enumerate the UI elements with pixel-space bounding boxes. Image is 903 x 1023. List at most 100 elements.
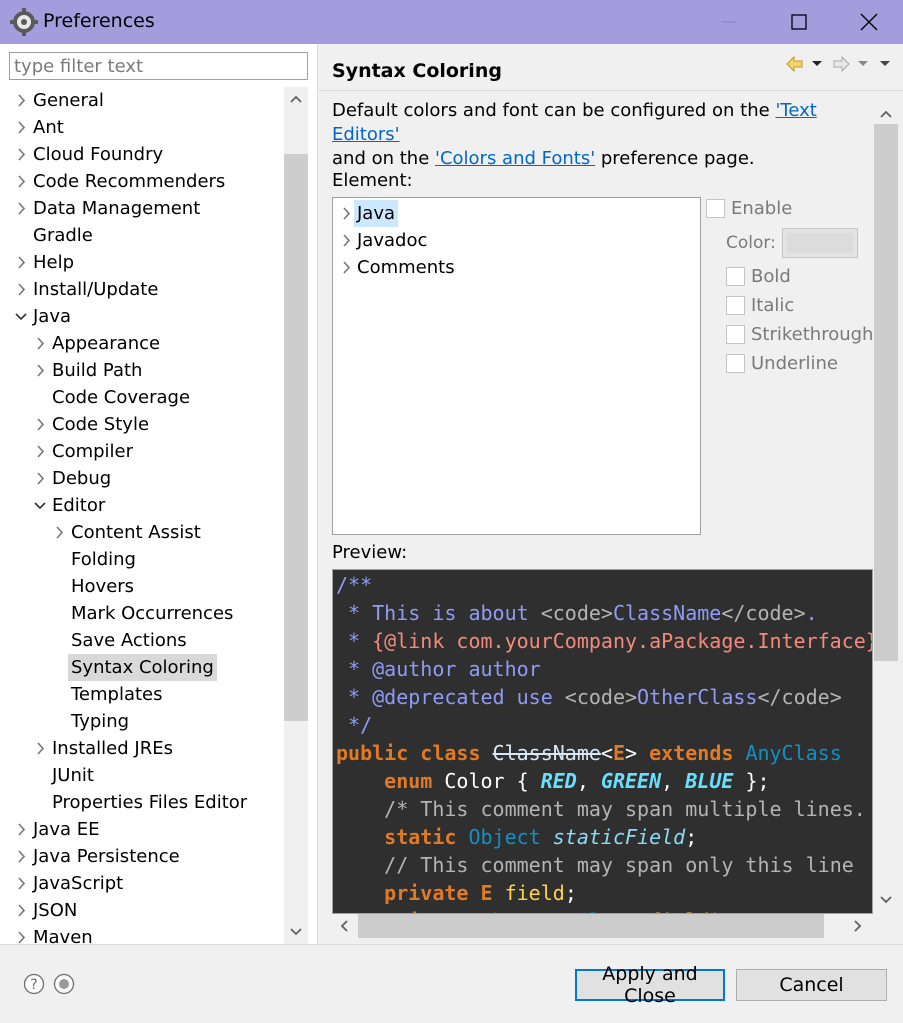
chevron-right-icon[interactable] <box>33 465 47 492</box>
chevron-right-icon[interactable] <box>33 735 47 762</box>
tree-item[interactable]: Save Actions <box>0 627 284 654</box>
chevron-right-icon[interactable] <box>14 816 28 843</box>
chevron-right-icon[interactable] <box>339 254 353 281</box>
chevron-right-icon[interactable] <box>33 330 47 357</box>
chevron-right-icon[interactable] <box>14 924 28 944</box>
code-token: GREEN <box>600 769 662 793</box>
colors-and-fonts-link[interactable]: 'Colors and Fonts' <box>435 148 595 169</box>
tree-item-label: Properties Files Editor <box>52 792 248 813</box>
underline-checkbox[interactable] <box>726 354 745 373</box>
tree-item[interactable]: JUnit <box>0 762 284 789</box>
forward-arrow-icon[interactable] <box>833 55 868 73</box>
filter-input[interactable] <box>9 52 308 80</box>
chevron-right-icon[interactable] <box>33 357 47 384</box>
tree-item[interactable]: Code Coverage <box>0 384 284 411</box>
chevron-right-icon[interactable] <box>14 249 28 276</box>
tree-item-label: Debug <box>52 468 112 489</box>
tree-item[interactable]: Folding <box>0 546 284 573</box>
tree-item[interactable]: Appearance <box>0 330 284 357</box>
tree-item[interactable]: Java Persistence <box>0 843 284 870</box>
strikethrough-checkbox[interactable] <box>726 325 745 344</box>
tree-item[interactable]: Syntax Coloring <box>0 654 284 681</box>
scroll-down-arrow[interactable] <box>874 888 898 912</box>
code-token: extends <box>649 741 746 765</box>
scroll-thumb[interactable] <box>284 154 308 721</box>
scroll-down-arrow[interactable] <box>284 920 308 944</box>
view-menu-icon[interactable] <box>880 61 890 66</box>
tree-item[interactable]: Install/Update <box>0 276 284 303</box>
scroll-up-arrow[interactable] <box>874 102 898 126</box>
enable-checkbox[interactable] <box>706 199 725 218</box>
tree-item[interactable]: Properties Files Editor <box>0 789 284 816</box>
chevron-down-icon[interactable] <box>33 492 47 519</box>
tree-item[interactable]: Code Recommenders <box>0 168 284 195</box>
tree-item[interactable]: Content Assist <box>0 519 284 546</box>
content-pane: Syntax Coloring Default colors and font … <box>319 44 903 944</box>
maximize-button[interactable] <box>764 0 834 44</box>
tree-item[interactable]: JSON <box>0 897 284 924</box>
color-picker-button[interactable] <box>782 228 858 258</box>
tree-item[interactable]: Compiler <box>0 438 284 465</box>
tree-item[interactable]: Build Path <box>0 357 284 384</box>
tree-item[interactable]: Editor <box>0 492 284 519</box>
chevron-right-icon[interactable] <box>14 870 28 897</box>
cancel-button[interactable]: Cancel <box>736 969 887 1001</box>
tree-item[interactable]: Mark Occurrences <box>0 600 284 627</box>
chevron-right-icon[interactable] <box>52 519 66 546</box>
element-tree[interactable]: Java Javadoc Comments <box>332 197 701 535</box>
scroll-up-arrow[interactable] <box>284 87 308 111</box>
close-button[interactable] <box>834 0 903 44</box>
chevron-right-icon[interactable] <box>14 897 28 924</box>
code-preview[interactable]: /** * This is about <code>ClassName</cod… <box>332 569 873 914</box>
chevron-right-icon[interactable] <box>14 87 28 114</box>
chevron-down-icon[interactable] <box>14 303 28 330</box>
chevron-right-icon[interactable] <box>33 438 47 465</box>
tree-item[interactable]: Code Style <box>0 411 284 438</box>
chevron-right-icon[interactable] <box>14 114 28 141</box>
tree-item[interactable]: Help <box>0 249 284 276</box>
chevron-right-icon[interactable] <box>14 276 28 303</box>
scroll-right-arrow[interactable] <box>846 914 870 938</box>
tree-item[interactable]: Typing <box>0 708 284 735</box>
tree-item[interactable]: Maven <box>0 924 284 944</box>
code-line: * @author author <box>336 655 541 683</box>
element-tree-item[interactable]: Java <box>333 200 693 227</box>
history-navigation[interactable] <box>785 54 897 74</box>
element-tree-item[interactable]: Javadoc <box>333 227 693 254</box>
tree-scrollbar[interactable] <box>284 87 308 944</box>
tree-item[interactable]: Java EE <box>0 816 284 843</box>
tree-item[interactable]: Ant <box>0 114 284 141</box>
scroll-thumb[interactable] <box>358 914 824 938</box>
tree-item[interactable]: Debug <box>0 465 284 492</box>
scroll-thumb[interactable] <box>874 124 898 661</box>
chevron-right-icon[interactable] <box>14 843 28 870</box>
question-mark-icon[interactable]: ? <box>23 973 45 995</box>
italic-checkbox[interactable] <box>726 296 745 315</box>
record-icon[interactable] <box>53 973 75 995</box>
chevron-right-icon[interactable] <box>339 200 353 227</box>
tree-item[interactable]: Cloud Foundry <box>0 141 284 168</box>
tree-item-label: JUnit <box>52 765 94 786</box>
tree-item[interactable]: General <box>0 87 284 114</box>
element-tree-item[interactable]: Comments <box>333 254 693 281</box>
code-token: * <box>336 685 373 709</box>
chevron-right-icon[interactable] <box>33 411 47 438</box>
chevron-right-icon[interactable] <box>14 195 28 222</box>
bold-checkbox[interactable] <box>726 267 745 286</box>
apply-and-close-button[interactable]: Apply and Close <box>575 963 725 1007</box>
page-scrollbar[interactable] <box>874 102 898 914</box>
tree-item[interactable]: Templates <box>0 681 284 708</box>
chevron-right-icon[interactable] <box>14 168 28 195</box>
tree-item[interactable]: JavaScript <box>0 870 284 897</box>
scroll-left-arrow[interactable] <box>332 914 356 938</box>
back-arrow-icon[interactable] <box>786 55 822 73</box>
tree-item[interactable]: Gradle <box>0 222 284 249</box>
tree-item[interactable]: Data Management <box>0 195 284 222</box>
chevron-right-icon[interactable] <box>14 141 28 168</box>
chevron-right-icon[interactable] <box>339 227 353 254</box>
tree-item[interactable]: Hovers <box>0 573 284 600</box>
minimize-button[interactable] <box>694 0 764 44</box>
tree-item[interactable]: Installed JREs <box>0 735 284 762</box>
tree-item[interactable]: Java <box>0 303 284 330</box>
preview-horizontal-scrollbar[interactable] <box>332 914 873 938</box>
